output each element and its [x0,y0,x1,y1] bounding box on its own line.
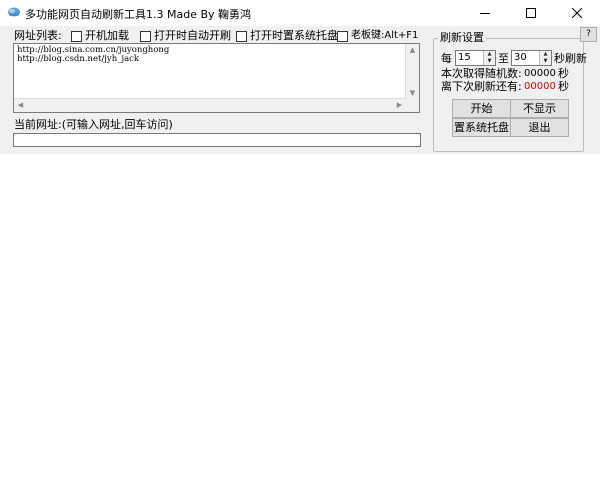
url-list-label: 网址列表: [14,29,62,42]
horizontal-scrollbar[interactable]: ◀ ▶ [14,98,406,112]
app-icon [8,7,20,17]
window-title: 多功能网页自动刷新工具1.3 Made By 鞠勇鸿 [25,8,252,21]
next-refresh-countdown: 00000 [524,81,556,92]
min-seconds-spin-buttons[interactable]: ▲ ▼ [483,51,495,65]
min-seconds-spinner[interactable]: 15 ▲ ▼ [455,50,496,66]
max-seconds-spin-buttons[interactable]: ▲ ▼ [539,51,551,65]
tray-label: 打开时置系统托盘 [250,29,338,42]
minimize-button[interactable] [462,0,508,26]
min-seconds-value: 15 [458,52,471,63]
tray-button[interactable]: 置系统托盘 [452,118,511,137]
help-button[interactable]: ? [580,27,597,42]
tray-checkbox[interactable] [236,31,247,42]
refresh-settings-title: 刷新设置 [438,31,486,45]
auto-refresh-checkbox[interactable] [140,31,151,42]
max-seconds-value: 30 [514,52,527,63]
every-label: 每 [441,52,452,65]
to-label: 至 [498,52,509,65]
close-button[interactable] [554,0,600,26]
title-bar: 多功能网页自动刷新工具1.3 Made By 鞠勇鸿 [0,0,600,26]
maximize-icon [526,8,536,18]
url-list-textarea[interactable]: http://blog.sina.com.cn/juyonghong http:… [13,43,420,113]
current-url-input[interactable] [13,133,421,147]
url-line: http://blog.csdn.net/jyh_jack [17,54,140,64]
hide-button[interactable]: 不显示 [510,99,569,118]
spin-up-icon[interactable]: ▲ [540,51,551,58]
max-seconds-spinner[interactable]: 30 ▲ ▼ [511,50,552,66]
scroll-right-arrow-icon[interactable]: ▶ [393,99,406,112]
close-icon [572,8,582,18]
random-number-value: 00000 [524,68,556,79]
vertical-scrollbar[interactable]: ▲ ▼ [405,44,419,100]
scroll-corner [406,99,419,112]
maximize-button[interactable] [508,0,554,26]
random-number-label: 本次取得随机数: [441,67,522,80]
autoload-label: 开机加载 [85,29,129,42]
spin-down-icon[interactable]: ▼ [484,58,495,65]
next-seconds-unit: 秒 [558,80,569,93]
refresh-unit-label: 秒刷新 [554,52,587,65]
scroll-left-arrow-icon[interactable]: ◀ [14,99,27,112]
minimize-icon [480,13,490,14]
exit-button[interactable]: 退出 [510,118,569,137]
scroll-up-arrow-icon[interactable]: ▲ [406,44,419,57]
next-refresh-label: 离下次刷新还有: [441,80,522,93]
spin-up-icon[interactable]: ▲ [484,51,495,58]
autoload-checkbox[interactable] [71,31,82,42]
start-button[interactable]: 开始 [452,99,511,118]
spin-down-icon[interactable]: ▼ [540,58,551,65]
random-seconds-unit: 秒 [558,67,569,80]
auto-refresh-label: 打开时自动开刷 [154,29,231,42]
browser-content-area[interactable] [0,154,600,480]
current-url-label: 当前网址:(可输入网址,回车访问) [14,118,173,131]
boss-key-label: 老板键:Alt+F1 [351,30,419,41]
boss-key-checkbox[interactable] [337,31,348,42]
